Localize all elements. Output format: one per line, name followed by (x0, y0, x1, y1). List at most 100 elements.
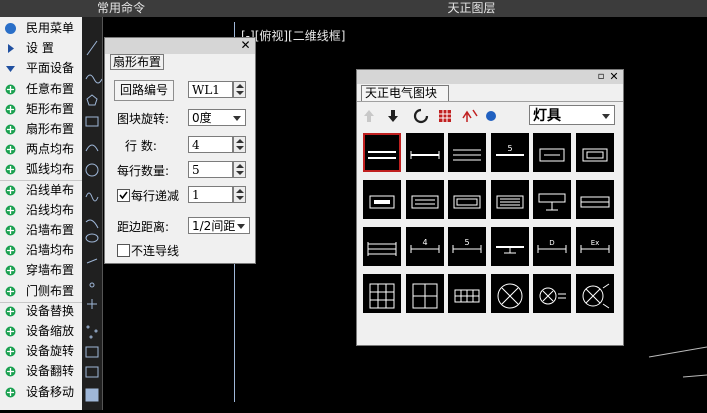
block-cell[interactable] (576, 133, 614, 172)
svg-text:4: 4 (422, 238, 427, 247)
search-block-icon (486, 111, 496, 121)
menu-item[interactable]: 设备翻转 (0, 362, 82, 381)
block-cell[interactable] (490, 274, 529, 313)
arc-place-icon (4, 163, 17, 176)
line-single-icon (4, 184, 17, 197)
block-cell[interactable]: Ex (576, 227, 614, 266)
wire-bar-icon (495, 246, 524, 254)
menu-item[interactable]: 任意布置 (0, 80, 82, 99)
block-cell[interactable] (490, 227, 529, 266)
margin-value: 1/2间距 (192, 219, 236, 233)
vert-triple-icon (367, 242, 397, 256)
block-cell[interactable]: 4 (405, 227, 444, 266)
menu-item[interactable]: 沿墙均布 (0, 241, 82, 260)
block-cell[interactable] (490, 180, 529, 219)
random-place-icon (4, 83, 17, 96)
per-row-input[interactable]: 5 (188, 161, 233, 178)
block-cell[interactable] (533, 180, 572, 219)
menu-item[interactable]: 扇形布置 (0, 120, 82, 139)
menu-item[interactable]: 民用菜单 (0, 19, 82, 38)
menu-item-label: 设备缩放 (26, 324, 75, 338)
divider (357, 101, 623, 102)
menu-item-label: 矩形布置 (26, 101, 75, 116)
close-icon[interactable]: ✕ (239, 38, 252, 52)
menu-item[interactable]: 矩形布置 (0, 100, 82, 119)
menu-item[interactable]: 门侧布置 (0, 282, 82, 301)
double-line-icon (368, 151, 396, 159)
svg-text:D: D (550, 239, 555, 247)
number-4-icon: 4 (410, 238, 440, 253)
per-row-spinner[interactable] (233, 161, 246, 178)
block-cell[interactable] (448, 133, 487, 172)
rows-input[interactable]: 4 (188, 136, 233, 153)
svg-text:Ex: Ex (591, 239, 600, 247)
block-cell[interactable] (448, 274, 487, 313)
arrow-down-icon (388, 110, 398, 122)
top-strip: 常用命令 天正图层 (0, 0, 707, 17)
menu-item[interactable]: 沿线均布 (0, 201, 82, 220)
block-toolbar (364, 108, 496, 124)
app-logo-icon (4, 22, 17, 35)
menu-item[interactable]: 设备缩放 (0, 322, 82, 341)
block-cell[interactable] (405, 274, 444, 313)
check-icon (119, 191, 128, 200)
rotate-select[interactable]: 0度 (188, 109, 246, 126)
rows-spinner[interactable] (233, 136, 246, 153)
menu-item[interactable]: 平面设备 (0, 59, 82, 78)
grid-3-icon (369, 283, 395, 309)
number-5-line-icon: 5 (495, 144, 524, 156)
menu-item[interactable]: 设 置 (0, 39, 82, 58)
decrement-input[interactable]: 1 (188, 186, 233, 203)
circle-x-arrows-icon (582, 283, 610, 309)
swap-icon (462, 109, 478, 122)
loop-number-input[interactable]: WL1 (188, 81, 233, 98)
menu-item-label: 设备替换 (26, 303, 75, 318)
menu-item[interactable]: 沿线单布 (0, 181, 82, 200)
block-cell[interactable]: 5 (490, 133, 529, 172)
decrement-checkbox[interactable] (117, 189, 130, 202)
block-cell[interactable] (448, 180, 487, 219)
menu-item-label: 设备移动 (26, 384, 75, 399)
block-cell[interactable]: 5 (448, 227, 487, 266)
two-point-icon (4, 143, 17, 156)
move-icon (4, 386, 17, 399)
dialog-titlebar[interactable]: ▫ ✕ (357, 70, 623, 84)
dialog-titlebar[interactable]: ✕ (105, 38, 255, 54)
block-cell[interactable]: D (533, 227, 572, 266)
drawing-toolbar (82, 17, 103, 410)
menu-item[interactable]: 设备旋转 (0, 342, 82, 361)
fan-layout-dialog: ✕ 扇形布置 回路编号 WL1 图块旋转: 0度 行 数: 4 每行数量: 5 … (104, 37, 256, 264)
menu-item[interactable]: 穿墙布置 (0, 261, 82, 280)
block-cell[interactable] (363, 133, 401, 172)
close-icon[interactable]: ✕ (608, 70, 620, 83)
margin-select[interactable]: 1/2间距 (188, 217, 250, 234)
block-cell[interactable] (533, 133, 572, 172)
block-cell[interactable] (405, 180, 444, 219)
door-side-icon (4, 285, 17, 298)
block-cell[interactable] (363, 180, 401, 219)
refresh-icon (413, 108, 429, 124)
block-cell[interactable] (576, 274, 614, 313)
tee-rect-icon (538, 193, 566, 211)
block-cell[interactable] (405, 133, 444, 172)
block-cell[interactable] (576, 180, 614, 219)
loop-spinner[interactable] (233, 81, 246, 98)
d-box-icon: D (537, 239, 567, 253)
replace-icon (4, 305, 17, 318)
no-wire-checkbox[interactable] (117, 244, 130, 257)
restore-icon[interactable]: ▫ (595, 70, 607, 83)
loop-number-button[interactable]: 回路编号 (114, 80, 174, 101)
menu-item[interactable]: 弧线均布 (0, 160, 82, 179)
category-select[interactable]: 灯具 (529, 105, 615, 125)
menu-item[interactable]: 沿墙布置 (0, 221, 82, 240)
block-cell[interactable] (363, 227, 401, 266)
menu-item[interactable]: 设备替换 (0, 302, 82, 321)
block-cell[interactable] (533, 274, 572, 313)
menu-item[interactable]: 设备移动 (0, 383, 82, 402)
decrement-spinner[interactable] (233, 186, 246, 203)
layer-title: 天正图层 (447, 1, 496, 15)
single-line-icon (410, 151, 440, 159)
decrement-label: 每行递减 (131, 189, 180, 203)
menu-item[interactable]: 两点均布 (0, 140, 82, 159)
block-cell[interactable] (363, 274, 401, 313)
